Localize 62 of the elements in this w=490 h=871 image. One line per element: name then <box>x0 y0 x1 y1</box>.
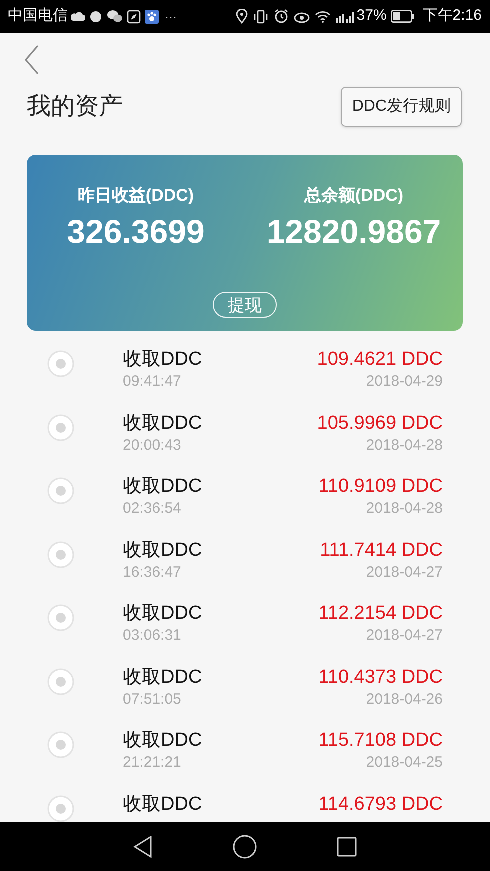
radio-icon[interactable] <box>47 350 75 378</box>
rules-button[interactable]: DDC发行规则 <box>341 87 462 127</box>
carrier-name: 中国电信 <box>8 6 68 26</box>
record-date: 2018-04-27 <box>366 564 443 582</box>
back-nav-icon[interactable] <box>133 836 153 858</box>
more-notifications: ··· <box>165 8 177 26</box>
compass-icon <box>127 10 141 24</box>
radio-icon[interactable] <box>47 794 75 822</box>
stat-value: 326.3699 <box>67 212 205 252</box>
vibrate-icon <box>252 10 269 24</box>
record-title: 收取DDC <box>123 666 204 690</box>
stat-value: 12820.9867 <box>266 212 442 252</box>
radio-icon[interactable] <box>47 414 75 442</box>
record-date: 2018-04-28 <box>366 500 443 518</box>
radio-icon[interactable] <box>47 477 75 505</box>
radio-icon[interactable] <box>47 540 75 568</box>
stat-label: 昨日收益(DDC) <box>78 185 194 207</box>
record-title: 收取DDC <box>123 475 204 499</box>
record-date: 2018-04-25 <box>366 754 443 772</box>
record-time: 09:41:47 <box>123 373 182 391</box>
chat-icon <box>107 10 123 23</box>
record-time: 02:36:54 <box>123 500 182 518</box>
record-title: 收取DDC <box>123 412 204 436</box>
record-amount: 109.4621 DDC <box>317 348 443 372</box>
radio-icon[interactable] <box>47 668 75 696</box>
record-title: 收取DDC <box>123 538 204 562</box>
record-date: 2018-04-26 <box>366 690 443 708</box>
record-amount: 115.7108 DDC <box>318 729 443 753</box>
location-icon <box>236 9 248 24</box>
signal-icon <box>334 10 355 24</box>
record-time: 20:00:43 <box>123 436 182 454</box>
record-amount: 114.6793 DDC <box>318 792 443 816</box>
recents-nav-icon[interactable] <box>337 836 357 856</box>
record-date: 2018-04-28 <box>366 436 443 454</box>
paw-icon <box>145 10 159 24</box>
record-title: 收取DDC <box>123 792 204 816</box>
clock-time: 下午2:16 <box>422 6 482 26</box>
stat-label: 总余额(DDC) <box>304 185 404 207</box>
cloud-icon <box>71 12 85 22</box>
wifi-icon <box>314 10 331 23</box>
back-icon[interactable] <box>24 45 40 75</box>
battery-icon <box>390 10 415 23</box>
radio-icon[interactable] <box>47 604 75 632</box>
battery-percentage: 37% <box>356 6 387 26</box>
page-title: 我的资产 <box>27 92 123 122</box>
record-amount: 111.7414 DDC <box>320 538 443 562</box>
record-amount: 105.9969 DDC <box>317 412 443 436</box>
home-nav-icon[interactable] <box>233 834 257 858</box>
record-date: 2018-04-27 <box>366 627 443 645</box>
record-amount: 110.9109 DDC <box>318 475 443 499</box>
record-amount: 110.4373 DDC <box>318 666 443 690</box>
record-amount: 112.2154 DDC <box>318 602 443 626</box>
record-time: 07:51:05 <box>123 690 182 708</box>
record-date: 2018-04-29 <box>366 373 443 391</box>
record-time: 16:36:47 <box>123 564 182 582</box>
radio-icon[interactable] <box>47 731 75 759</box>
record-time: 21:21:21 <box>123 754 182 772</box>
record-title: 收取DDC <box>123 602 204 626</box>
record-title: 收取DDC <box>123 729 204 753</box>
alarm-icon <box>274 9 289 24</box>
record-time: 03:06:31 <box>123 627 182 645</box>
record-title: 收取DDC <box>123 348 204 372</box>
